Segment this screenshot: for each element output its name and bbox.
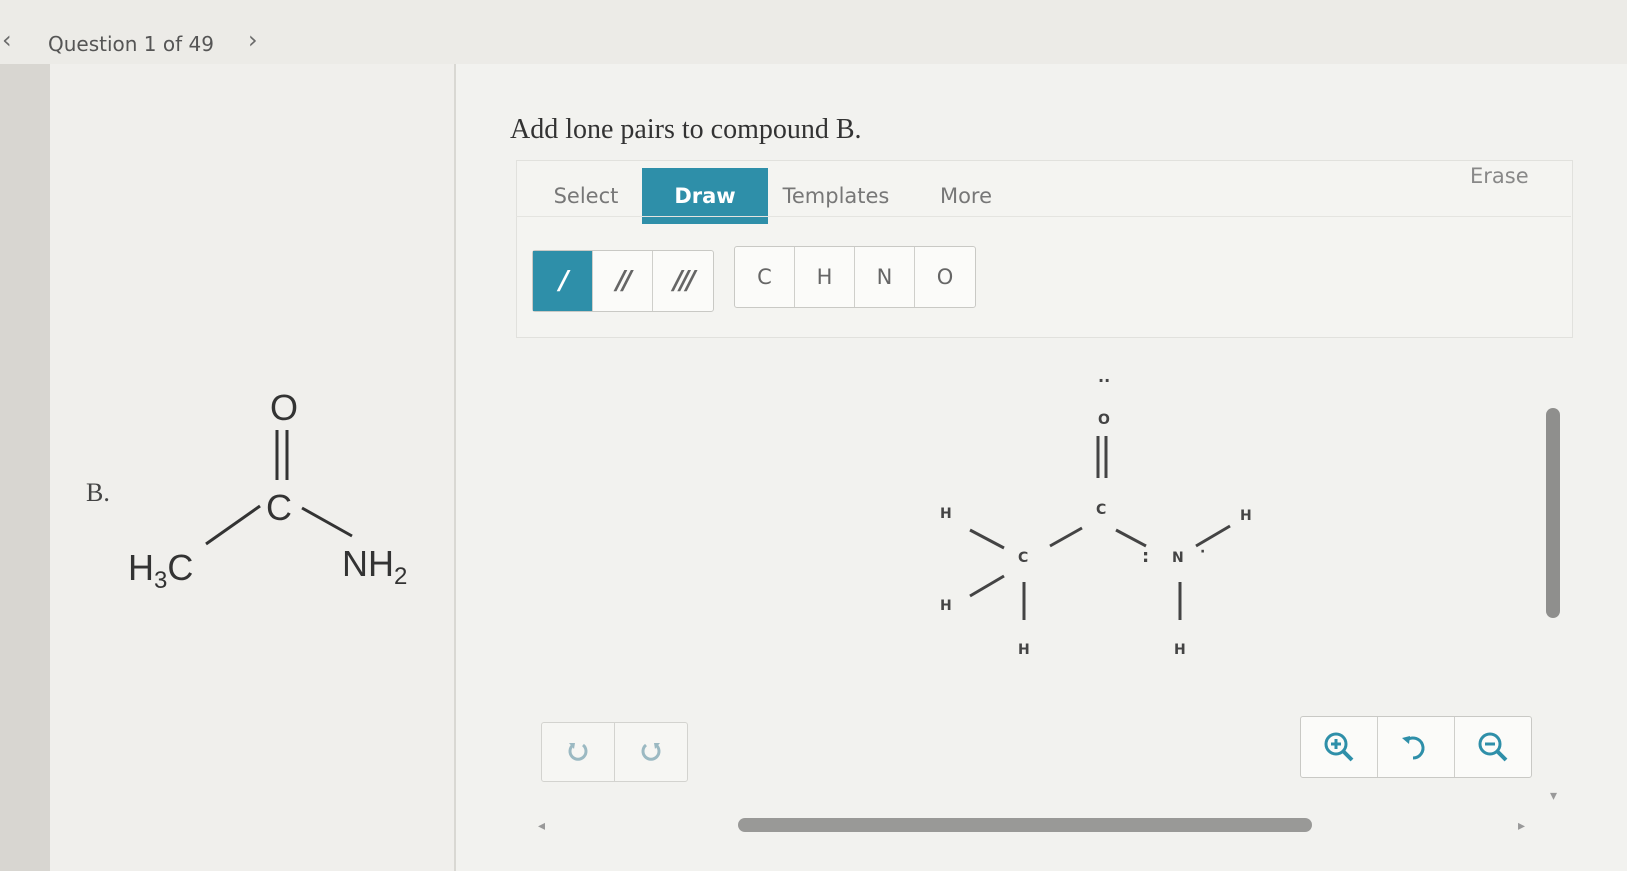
structure-amine: NH [342, 543, 394, 584]
compound-label: B. [86, 478, 110, 507]
svg-text:·: · [1200, 544, 1205, 560]
zoom-reset-icon[interactable] [1378, 717, 1455, 777]
chevron-left-icon[interactable]: ‹ [2, 28, 12, 52]
scroll-right-arrow-icon[interactable]: ▸ [1518, 818, 1525, 834]
chevron-right-icon[interactable]: › [248, 28, 258, 52]
triple-bond-icon[interactable]: /// [653, 251, 713, 311]
canvas-atom-o: O [1098, 412, 1110, 428]
double-bond-icon[interactable]: // [593, 251, 653, 311]
canvas-h-bottom-c: H [1018, 642, 1030, 658]
horizontal-scrollbar[interactable] [738, 818, 1312, 832]
single-bond-icon[interactable]: / [533, 251, 593, 311]
structure-oxygen: O [270, 387, 298, 428]
compound-b-structure: O C H3C NH2 [128, 387, 407, 594]
atom-c-button[interactable]: C [735, 247, 795, 307]
atom-tool-group: C H N O [734, 246, 976, 308]
structure-methyl-sub: 3 [154, 567, 167, 594]
bond-tool-group: / // /// [532, 250, 714, 312]
question-counter: Question 1 of 49 [48, 32, 214, 56]
structure-carbon: C [266, 487, 292, 528]
top-nav-bar: ‹ Question 1 of 49 › [0, 0, 1627, 64]
history-group [541, 722, 688, 782]
drawing-canvas[interactable]: ·· O C C H H H : N · H H [900, 370, 1320, 670]
atom-o-button[interactable]: O [915, 247, 975, 307]
left-edge [0, 64, 50, 871]
question-prompt: Add lone pairs to compound B. [510, 114, 862, 145]
canvas-atom-c-methyl: C [1018, 550, 1028, 566]
canvas-atom-n: N [1172, 550, 1184, 566]
redo-icon[interactable] [615, 723, 687, 781]
undo-icon[interactable] [542, 723, 615, 781]
canvas-lone-pair-n: : [1142, 546, 1149, 567]
toolbar-divider [516, 216, 1571, 217]
canvas-lone-pair-o: ·· [1098, 371, 1110, 390]
atom-h-button[interactable]: H [795, 247, 855, 307]
zoom-group [1300, 716, 1532, 778]
structure-methyl-h: H [128, 547, 154, 588]
scroll-down-arrow-icon[interactable]: ▾ [1550, 788, 1557, 804]
structure-methyl-c: C [167, 547, 193, 588]
canvas-h-top-right: H [1240, 508, 1252, 524]
scroll-left-arrow-icon[interactable]: ◂ [538, 818, 545, 834]
canvas-h-top-left: H [940, 506, 952, 522]
atom-n-button[interactable]: N [855, 247, 915, 307]
svg-text:NH2: NH2 [342, 543, 407, 590]
zoom-out-icon[interactable] [1455, 717, 1531, 777]
zoom-in-icon[interactable] [1301, 717, 1378, 777]
canvas-atom-c-carbonyl: C [1096, 502, 1106, 518]
erase-button[interactable]: Erase [1470, 164, 1529, 188]
canvas-h-left: H [940, 598, 952, 614]
structure-amine-sub: 2 [394, 563, 407, 590]
canvas-h-bottom-n: H [1174, 642, 1186, 658]
svg-text:H3C: H3C [128, 547, 193, 594]
vertical-scrollbar[interactable] [1546, 408, 1560, 618]
